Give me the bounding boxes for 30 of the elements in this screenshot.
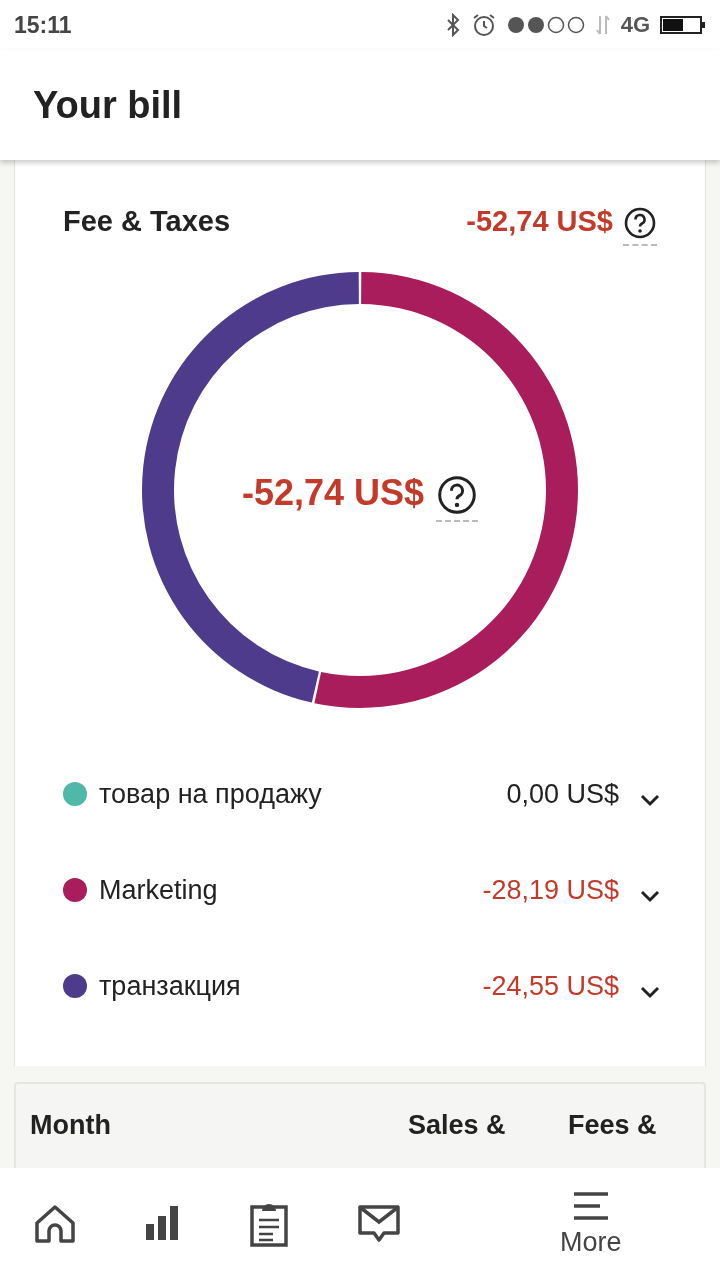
data-arrows-icon: [594, 14, 611, 36]
legend-amount: -24,55 US$: [482, 970, 619, 1002]
section-title: Fee & Taxes: [63, 204, 231, 238]
menu-icon: [571, 1190, 610, 1221]
help-icon[interactable]: [436, 474, 479, 516]
chevron-icon[interactable]: [639, 793, 661, 807]
battery-icon: [660, 15, 706, 35]
legend-label: транзакция: [99, 970, 242, 1002]
chevron-icon[interactable]: [639, 985, 661, 999]
column-header: Fees &: [568, 1110, 658, 1141]
column-header: Sales &: [408, 1110, 507, 1141]
clipboard-icon[interactable]: [250, 1201, 288, 1247]
legend-label: товар на продажу: [99, 778, 323, 810]
total-amount: -52,74 US$: [466, 204, 613, 238]
more-button[interactable]: More: [560, 1190, 622, 1258]
bar-chart-icon[interactable]: [146, 1206, 180, 1242]
mail-icon[interactable]: [358, 1205, 400, 1243]
column-header: Month: [30, 1110, 112, 1141]
help-icon[interactable]: [623, 206, 657, 240]
legend-amount: -28,19 US$: [482, 874, 619, 906]
signal-icon: [506, 15, 585, 35]
network-type: 4G: [620, 12, 650, 38]
home-icon[interactable]: [34, 1203, 76, 1245]
legend-label: Marketing: [99, 874, 219, 906]
page-title: Your bill: [33, 83, 183, 127]
bluetooth-icon: [444, 13, 461, 37]
status-time: 15:11: [14, 11, 72, 39]
center-amount: -52,74 US$: [241, 472, 425, 514]
legend-amount: 0,00 US$: [506, 778, 619, 810]
chevron-icon[interactable]: [639, 889, 661, 903]
